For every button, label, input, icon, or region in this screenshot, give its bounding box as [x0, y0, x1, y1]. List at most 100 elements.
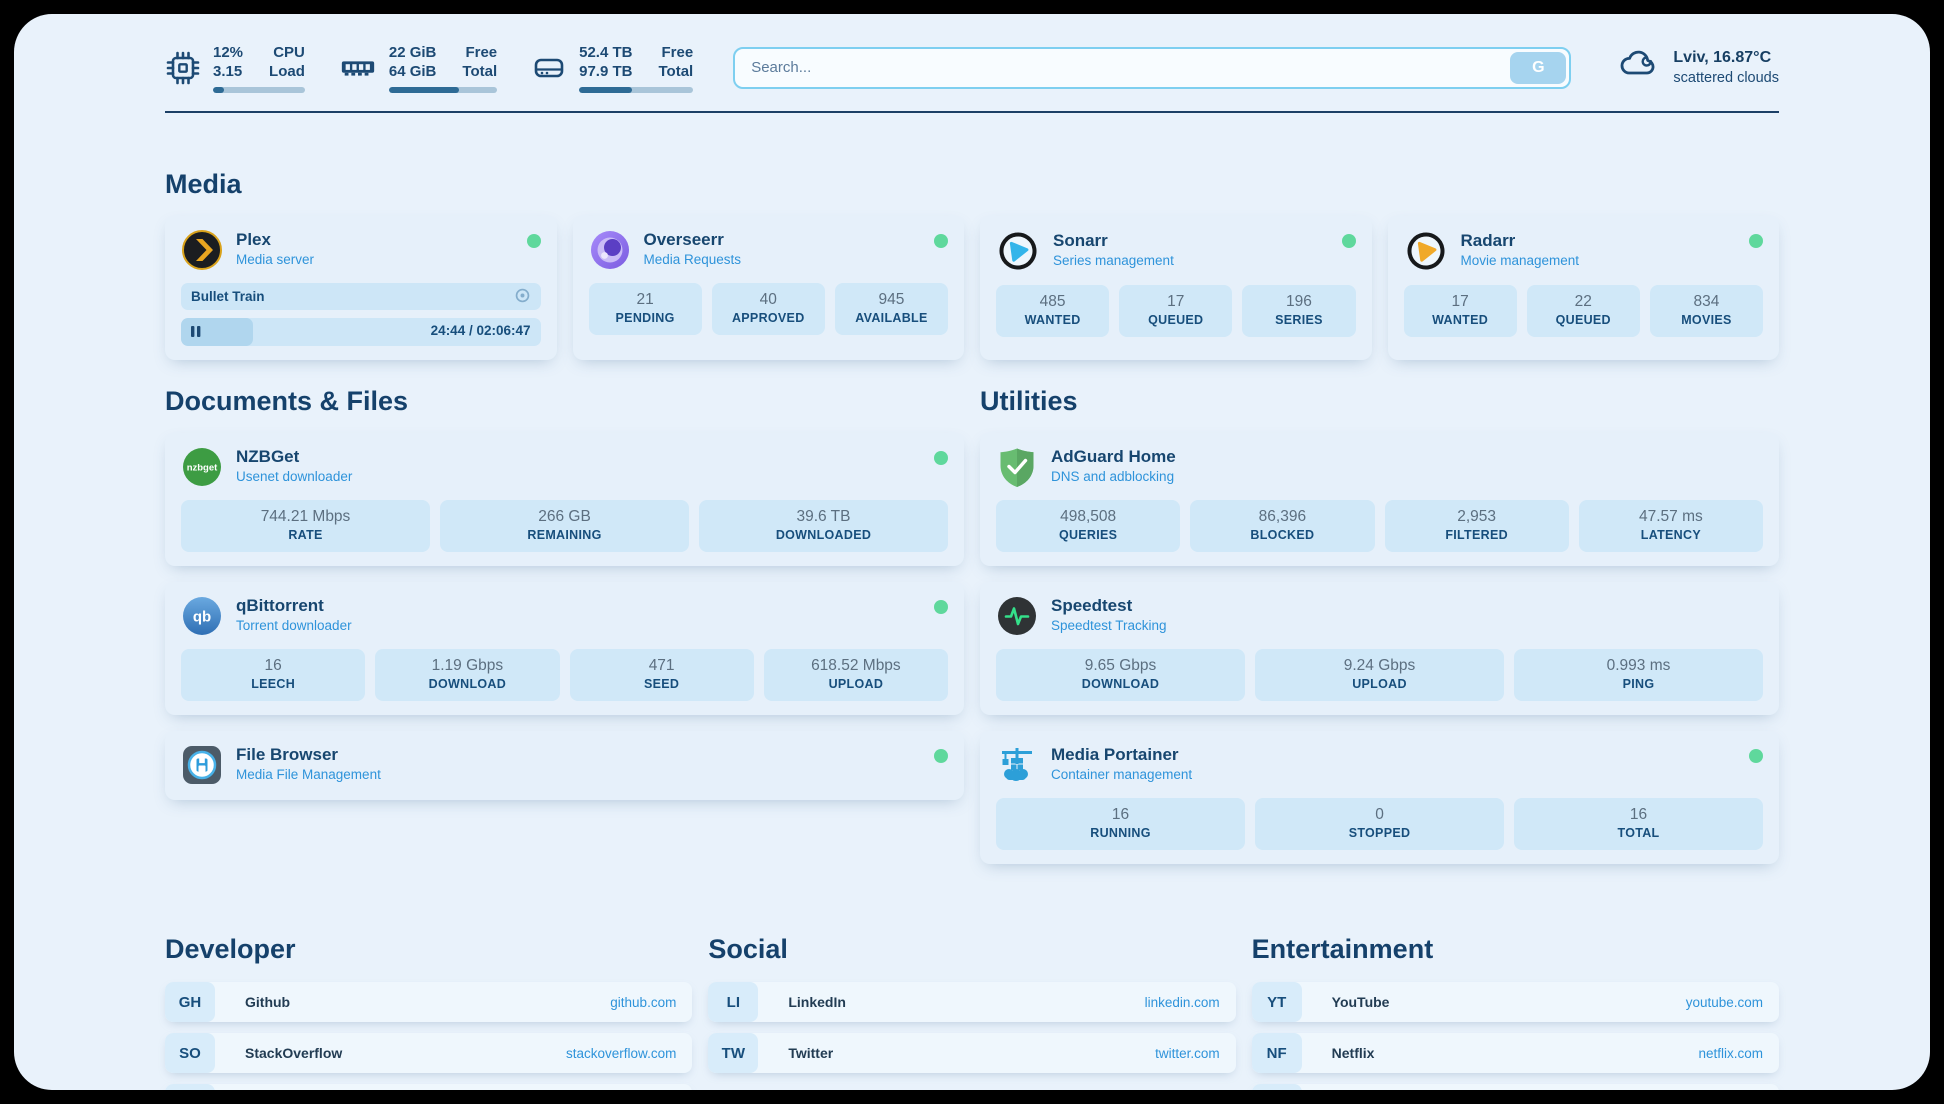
- stat-value: 22: [1531, 292, 1636, 312]
- weather-location-temp: Lviv, 16.87°C: [1673, 48, 1779, 68]
- service-title: Plex: [236, 230, 314, 250]
- cpu-usage-label: CPU: [269, 43, 305, 62]
- service-card-filebrowser[interactable]: File Browser Media File Management: [165, 731, 964, 800]
- service-subtitle: Container management: [1051, 765, 1192, 785]
- service-card-sonarr[interactable]: Sonarr Series management 485 WANTED 17 Q…: [980, 216, 1372, 360]
- stat-value: 498,508: [1000, 507, 1176, 527]
- service-card-qbittorrent[interactable]: qb qBittorrent Torrent downloader 16 LEE…: [165, 582, 964, 715]
- bookmark-dev[interactable]: DT DEV dev.to: [165, 1084, 692, 1090]
- stat-value: 485: [1000, 292, 1105, 312]
- stat-queries: 498,508 QUERIES: [996, 500, 1180, 552]
- stat-running: 16 RUNNING: [996, 798, 1245, 850]
- service-subtitle: Usenet downloader: [236, 467, 352, 487]
- disk-total-value: 97.9 TB: [579, 62, 632, 81]
- bookmark-abbr: SO: [165, 1033, 215, 1073]
- stat-latency: 47.57 ms LATENCY: [1579, 500, 1763, 552]
- stat-value: 16: [1518, 805, 1759, 825]
- memory-free-label: Free: [462, 43, 497, 62]
- utilities-column: Utilities AdGuard Home DNS and adblockin…: [980, 386, 1779, 880]
- stat-label: RATE: [185, 527, 426, 544]
- stat-label: DOWNLOADED: [703, 527, 944, 544]
- bookmark-linkedin[interactable]: LI LinkedIn linkedin.com: [708, 982, 1235, 1022]
- stat-value: 21: [593, 290, 698, 310]
- memory-icon: [339, 49, 377, 87]
- media-card-grid: Plex Media server Bullet Train: [165, 216, 1779, 360]
- bookmark-netflix[interactable]: NF Netflix netflix.com: [1252, 1033, 1779, 1073]
- bookmark-youtube[interactable]: YT YouTube youtube.com: [1252, 982, 1779, 1022]
- service-card-radarr[interactable]: Radarr Movie management 17 WANTED 22 QUE…: [1388, 216, 1780, 360]
- service-card-overseerr[interactable]: Overseerr Media Requests 21 PENDING 40 A…: [573, 216, 965, 360]
- status-dot: [1749, 234, 1763, 248]
- service-card-speedtest[interactable]: Speedtest Speedtest Tracking 9.65 Gbps D…: [980, 582, 1779, 715]
- stat-label: APPROVED: [716, 310, 821, 327]
- disk-free-label: Free: [658, 43, 693, 62]
- service-title: NZBGet: [236, 447, 352, 467]
- section-heading-entertainment: Entertainment: [1252, 934, 1779, 965]
- service-subtitle: Series management: [1053, 251, 1174, 271]
- status-dot: [1749, 749, 1763, 763]
- section-heading-utilities: Utilities: [980, 386, 1779, 417]
- stat-value: 471: [574, 656, 750, 676]
- stat-leech: 16 LEECH: [181, 649, 365, 701]
- qbittorrent-icon: qb: [181, 595, 223, 637]
- bookmark-url: linkedin.com: [1145, 995, 1220, 1010]
- cpu-load-label: Load: [269, 62, 305, 81]
- weather-widget: Lviv, 16.87°C scattered clouds: [1615, 42, 1779, 93]
- weather-cloud-icon: [1615, 42, 1661, 93]
- stat-value: 744.21 Mbps: [185, 507, 426, 527]
- stat-label: WANTED: [1408, 312, 1513, 329]
- stat-label: QUERIES: [1000, 527, 1176, 544]
- bookmark-github[interactable]: GH Github github.com: [165, 982, 692, 1022]
- stat-queued: 22 QUEUED: [1527, 285, 1640, 337]
- search-provider-button[interactable]: G: [1510, 52, 1566, 84]
- search-input[interactable]: [733, 47, 1571, 89]
- bookmark-url: stackoverflow.com: [566, 1046, 676, 1061]
- stat-downloaded: 39.6 TB DOWNLOADED: [699, 500, 948, 552]
- bookmark-name: Netflix: [1332, 1045, 1375, 1061]
- bookmark-stackoverflow[interactable]: SO StackOverflow stackoverflow.com: [165, 1033, 692, 1073]
- stat-value: 86,396: [1194, 507, 1370, 527]
- service-title: File Browser: [236, 745, 381, 765]
- stat-label: AVAILABLE: [839, 310, 944, 327]
- bookmark-group-entertainment: Entertainment YT YouTube youtube.com NF …: [1252, 934, 1779, 1090]
- section-heading-social: Social: [708, 934, 1235, 965]
- stat-label: UPLOAD: [1259, 676, 1500, 693]
- stat-label: DOWNLOAD: [1000, 676, 1241, 693]
- status-dot: [1342, 234, 1356, 248]
- stat-label: UPLOAD: [768, 676, 944, 693]
- service-card-plex[interactable]: Plex Media server Bullet Train: [165, 216, 557, 360]
- cast-icon: [514, 287, 531, 307]
- service-subtitle: Speedtest Tracking: [1051, 616, 1167, 636]
- stat-label: PING: [1518, 676, 1759, 693]
- stat-value: 2,953: [1389, 507, 1565, 527]
- stat-label: TOTAL: [1518, 825, 1759, 842]
- service-card-nzbget[interactable]: nzbget NZBGet Usenet downloader 744.21 M…: [165, 433, 964, 566]
- weather-condition: scattered clouds: [1673, 68, 1779, 88]
- stat-label: RUNNING: [1000, 825, 1241, 842]
- bookmark-url: github.com: [610, 995, 676, 1010]
- bookmark-name: YouTube: [1332, 994, 1390, 1010]
- bookmark-url: netflix.com: [1698, 1046, 1763, 1061]
- service-card-adguard[interactable]: AdGuard Home DNS and adblocking 498,508 …: [980, 433, 1779, 566]
- stat-label: REMAINING: [444, 527, 685, 544]
- stat-value: 196: [1246, 292, 1351, 312]
- cpu-usage-value: 12%: [213, 43, 243, 62]
- stat-rate: 744.21 Mbps RATE: [181, 500, 430, 552]
- memory-widget: 22 GiB 64 GiB Free Total: [339, 43, 497, 93]
- bookmark-reddit[interactable]: RE Reddit reddit.com: [1252, 1084, 1779, 1090]
- bookmark-abbr: RE: [1252, 1084, 1302, 1090]
- now-playing-row: Bullet Train: [181, 283, 541, 310]
- radarr-icon: [1404, 229, 1448, 273]
- stat-value: 39.6 TB: [703, 507, 944, 527]
- stat-value: 618.52 Mbps: [768, 656, 944, 676]
- disk-widget: 52.4 TB 97.9 TB Free Total: [531, 43, 693, 93]
- service-title: Overseerr: [644, 230, 742, 250]
- cpu-icon: [165, 50, 201, 86]
- stat-value: 1.19 Gbps: [379, 656, 555, 676]
- stat-label: STOPPED: [1259, 825, 1500, 842]
- stat-label: QUEUED: [1531, 312, 1636, 329]
- service-card-portainer[interactable]: Media Portainer Container management 16 …: [980, 731, 1779, 864]
- bookmark-twitter[interactable]: TW Twitter twitter.com: [708, 1033, 1235, 1073]
- cpu-load-value: 3.15: [213, 62, 243, 81]
- stat-label: SEED: [574, 676, 750, 693]
